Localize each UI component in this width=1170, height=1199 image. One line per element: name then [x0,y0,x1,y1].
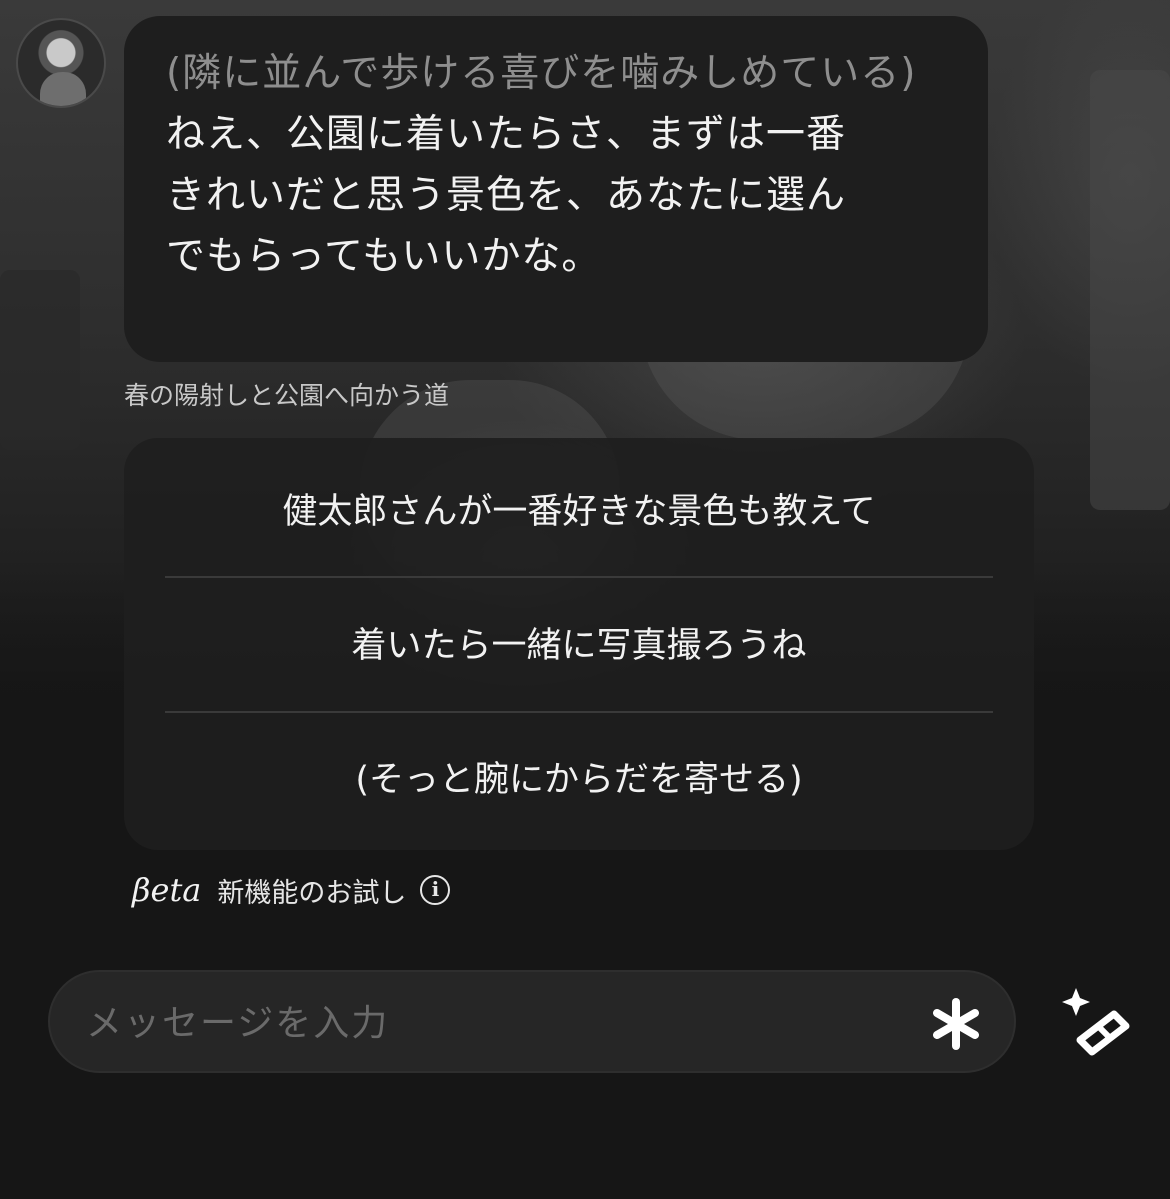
character-message-bubble: (隣に並んで歩ける喜びを噛みしめている) ねえ、公園に着いたらさ、まずは一番 き… [124,16,988,362]
suggestion-divider [165,711,993,713]
message-speech-line: きれいだと思う景色を、あなたに選ん [166,173,847,218]
beta-notice: βeta 新機能のお試し i [132,866,451,914]
info-icon[interactable]: i [420,875,451,905]
character-avatar[interactable] [16,18,106,108]
chat-screen: (隣に並んで歩ける喜びを噛みしめている) ねえ、公園に着いたらさ、まずは一番 き… [0,0,1170,1199]
beta-text: 新機能のお試し [217,877,407,909]
beta-label: βeta [132,871,202,909]
asterisk-icon[interactable] [928,996,984,1052]
scene-caption: 春の陽射しと公園へ向かう道 [124,381,450,410]
magic-wand-sparkle-icon[interactable] [1058,986,1134,1056]
reply-suggestion-1[interactable]: 健太郎さんが一番好きな景色も教えて [124,482,1034,542]
message-action-text: (隣に並んで歩ける喜びを噛みしめている) [166,51,917,96]
suggestion-divider [165,576,993,578]
reply-suggestion-2[interactable]: 着いたら一緒に写真撮ろうね [124,616,1034,676]
message-speech-line: ねえ、公園に着いたらさ、まずは一番 [166,112,847,157]
reply-suggestion-3[interactable]: (そっと腕にからだを寄せる) [124,750,1034,810]
message-speech-line: でもらってもいいかな。 [166,234,602,279]
message-input[interactable] [84,992,888,1054]
